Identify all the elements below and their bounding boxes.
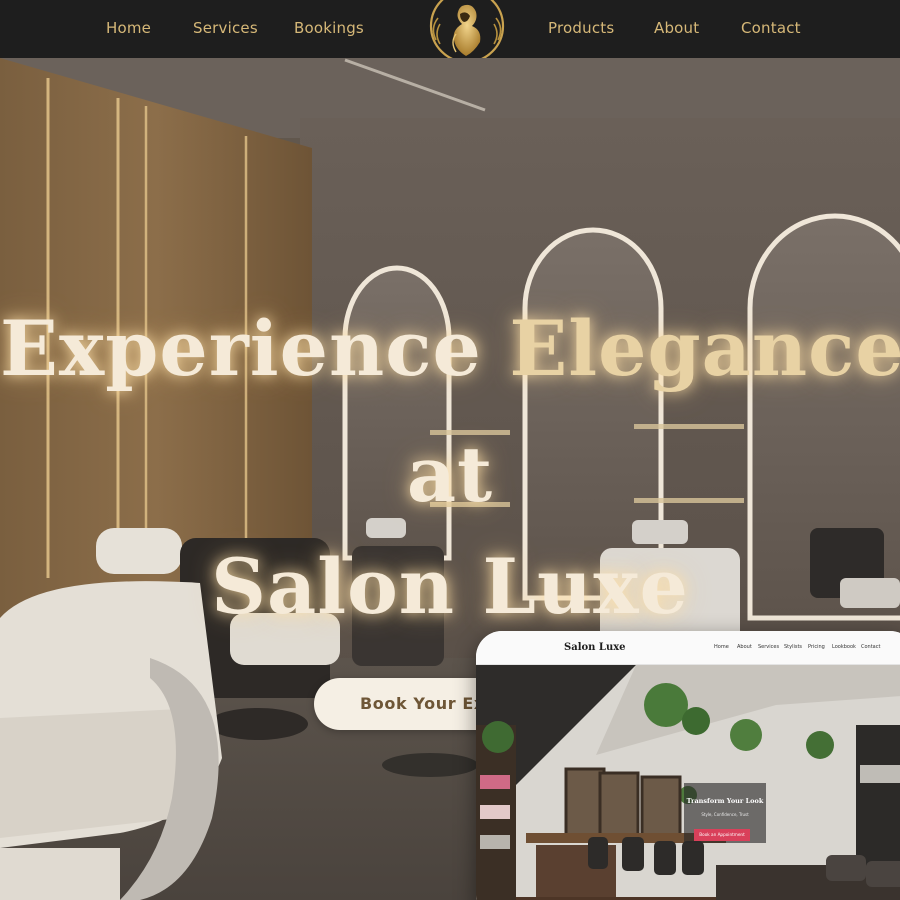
preview-nav-lookbook[interactable]: Lookbook	[832, 644, 856, 650]
preview-nav-services[interactable]: Services	[758, 644, 779, 650]
preview-nav-home[interactable]: Home	[714, 644, 729, 650]
preview-nav-stylists[interactable]: Stylists	[784, 644, 802, 650]
nav-about-link[interactable]: About	[654, 19, 699, 37]
nav-home-link[interactable]: Home	[106, 19, 151, 37]
hero-headline-line2: at	[406, 430, 494, 519]
hero-headline-word-experience: Experience	[0, 304, 482, 393]
website-preview-card[interactable]: Salon Luxe Home About Services Stylists …	[476, 631, 900, 900]
nav-products-link[interactable]: Products	[548, 19, 614, 37]
preview-nav-pricing[interactable]: Pricing	[808, 644, 825, 650]
nav-services-link[interactable]: Services	[193, 19, 258, 37]
preview-nav-contact[interactable]: Contact	[861, 644, 880, 650]
preview-navigation-bar: Salon Luxe Home About Services Stylists …	[476, 631, 900, 665]
hero-headline-word-elegance: Elegance	[509, 304, 900, 393]
top-navigation-bar: Home Services Bookings Products About Co…	[0, 0, 900, 64]
preview-brand-logo[interactable]: Salon Luxe	[564, 642, 626, 653]
preview-hero-subtitle: Style, Confidence, Trust	[701, 812, 749, 817]
nav-bookings-link[interactable]: Bookings	[294, 19, 364, 37]
hero-headline-line1: Experience Elegance	[0, 304, 900, 393]
preview-book-appointment-button[interactable]: Book an Appointment	[694, 829, 750, 841]
preview-hero-title: Transform Your Look	[686, 797, 764, 805]
nav-contact-link[interactable]: Contact	[741, 19, 801, 37]
hero-headline-line3: Salon Luxe	[211, 542, 689, 631]
preview-nav-about[interactable]: About	[737, 644, 752, 650]
salon-logo-icon[interactable]	[416, 0, 518, 64]
